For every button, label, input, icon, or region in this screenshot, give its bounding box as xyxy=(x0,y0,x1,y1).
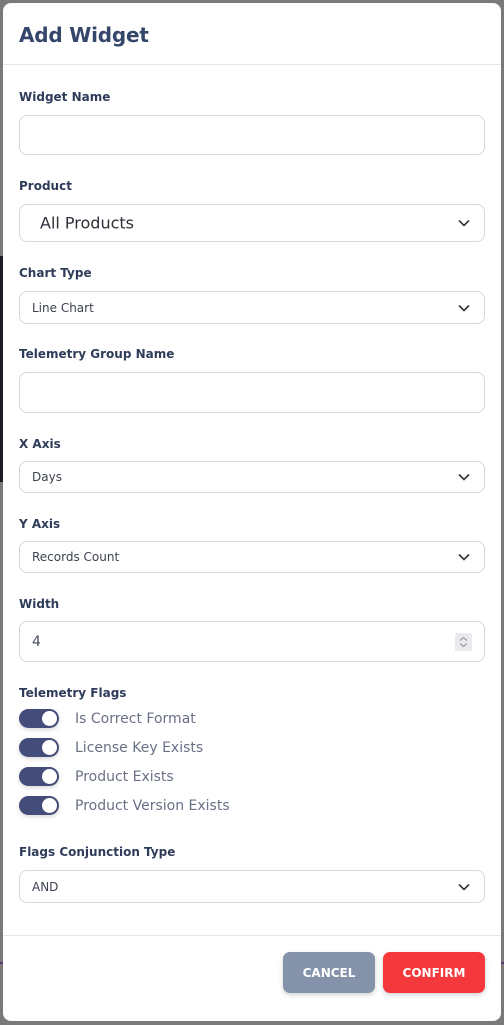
product-selected-value: All Products xyxy=(40,213,135,233)
add-widget-modal: Add Widget Widget Name Product All Produ… xyxy=(3,3,501,1021)
flag-license-key-exists: License Key Exists xyxy=(19,733,485,762)
widget-name-input[interactable] xyxy=(19,115,485,155)
x-axis-label: X Axis xyxy=(19,437,61,451)
modal-body: Widget Name Product All Products Chart T… xyxy=(3,65,501,903)
telemetry-flags-label: Telemetry Flags xyxy=(19,686,127,700)
chevron-down-icon xyxy=(458,473,470,481)
modal-footer: CANCEL CONFIRM xyxy=(3,935,501,1021)
confirm-button[interactable]: CONFIRM xyxy=(383,952,485,993)
toggle-knob xyxy=(42,711,57,726)
width-label: Width xyxy=(19,597,60,611)
y-axis-select[interactable]: Records Count xyxy=(19,541,485,573)
toggle-knob xyxy=(42,769,57,784)
x-axis-selected-value: Days xyxy=(32,470,62,484)
flag-label: Is Correct Format xyxy=(75,710,196,727)
flags-conjunction-type-select[interactable]: AND xyxy=(19,870,485,903)
chart-type-label: Chart Type xyxy=(19,266,92,280)
stepper-down-icon[interactable] xyxy=(459,642,468,648)
chevron-down-icon xyxy=(458,883,470,891)
flags-conjunction-selected-value: AND xyxy=(32,879,59,894)
flag-toggle-license-key-exists[interactable] xyxy=(19,738,59,757)
y-axis-selected-value: Records Count xyxy=(32,550,120,564)
flag-product-exists: Product Exists xyxy=(19,762,485,791)
chevron-down-icon xyxy=(458,219,470,227)
flag-label: License Key Exists xyxy=(75,739,204,756)
flag-label: Product Exists xyxy=(75,768,174,785)
product-label: Product xyxy=(19,179,72,193)
width-value: 4 xyxy=(32,633,41,650)
chevron-down-icon xyxy=(458,304,470,312)
product-select[interactable]: All Products xyxy=(19,204,485,242)
flags-conjunction-type-label: Flags Conjunction Type xyxy=(19,845,176,859)
width-number-input[interactable]: 4 xyxy=(19,621,485,662)
flag-product-version-exists: Product Version Exists xyxy=(19,791,485,820)
flag-toggle-product-exists[interactable] xyxy=(19,767,59,786)
flag-is-correct-format: Is Correct Format xyxy=(19,704,485,733)
modal-header: Add Widget xyxy=(3,3,501,65)
toggle-knob xyxy=(42,798,57,813)
toggle-knob xyxy=(42,740,57,755)
flag-label: Product Version Exists xyxy=(75,797,230,814)
width-stepper[interactable] xyxy=(455,632,472,651)
modal-title: Add Widget xyxy=(19,23,149,47)
x-axis-select[interactable]: Days xyxy=(19,461,485,493)
telemetry-group-name-input[interactable] xyxy=(19,372,485,413)
flag-toggle-product-version-exists[interactable] xyxy=(19,796,59,815)
y-axis-label: Y Axis xyxy=(19,517,61,531)
telemetry-flags-list: Is Correct Format License Key Exists Pro… xyxy=(19,704,485,820)
chart-type-selected-value: Line Chart xyxy=(32,300,94,315)
flag-toggle-is-correct-format[interactable] xyxy=(19,709,59,728)
chart-type-select[interactable]: Line Chart xyxy=(19,291,485,324)
telemetry-group-name-label: Telemetry Group Name xyxy=(19,347,175,361)
chevron-down-icon xyxy=(458,553,470,561)
cancel-button[interactable]: CANCEL xyxy=(283,952,375,993)
widget-name-label: Widget Name xyxy=(19,90,111,104)
